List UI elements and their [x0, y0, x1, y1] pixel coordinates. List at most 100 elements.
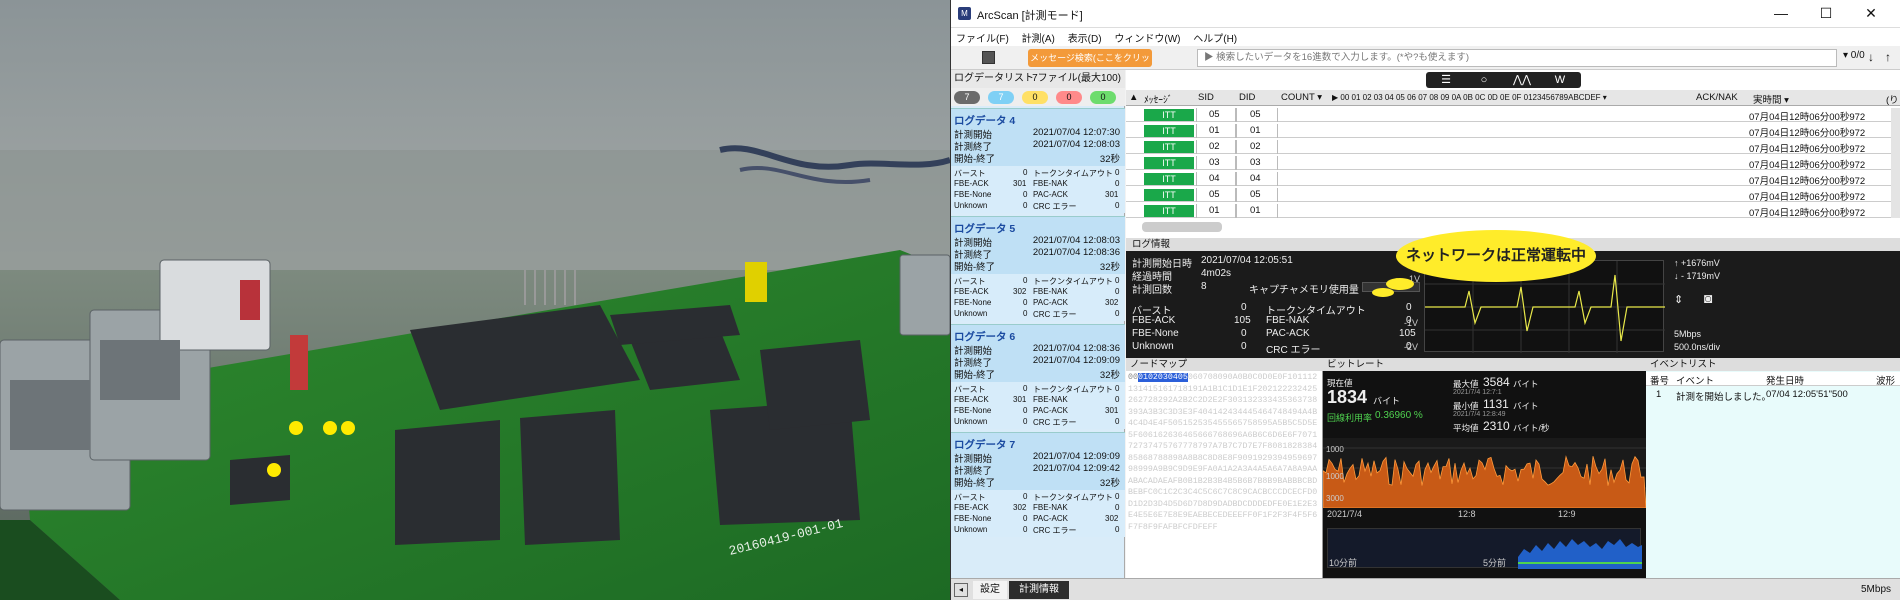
vertical-scrollbar[interactable]	[1891, 108, 1900, 218]
fbe-ack-label: FBE-ACK	[954, 179, 989, 188]
node-map-grid[interactable]: 000102030405060708090A0B0C0D0E0F10111213…	[1128, 372, 1320, 576]
menu-window[interactable]: ウィンドウ(W)	[1109, 28, 1185, 47]
stop-button[interactable]	[982, 51, 995, 64]
event-col-number[interactable]: 番号	[1650, 373, 1669, 387]
message-type-badge: ITT	[1144, 125, 1194, 137]
pac-ack-value: 301	[1105, 190, 1119, 199]
tab-settings[interactable]: 設定	[973, 581, 1007, 599]
toolbar: メッセージ検索(ここをクリックしてください) ▶ 検索したいデータを16進数で入…	[951, 46, 1900, 81]
log-duration-label: 開始-終了	[954, 262, 996, 273]
log-data-item[interactable]: ログデータ 5 計測開始 2021/07/04 12:08:03 計測終了 2021…	[951, 216, 1125, 321]
burst-label: バースト	[954, 385, 986, 394]
fbe-nak-value: 0	[1115, 179, 1120, 188]
did-value: 04	[1250, 173, 1261, 184]
node-map-panel: ノードマップ 000102030405060708090A0B0C0D0E0F1…	[1126, 358, 1323, 578]
menu-file[interactable]: ファイル(F)	[951, 28, 1014, 47]
fbe-ack-value: 301	[1013, 179, 1027, 188]
pac-ack-value: 302	[1105, 298, 1119, 307]
col-more[interactable]: (り	[1886, 92, 1899, 106]
badge-blue[interactable]: 7	[988, 91, 1014, 104]
network-status-callout: ネットワークは正常運転中	[1396, 230, 1596, 282]
event-col-wave[interactable]: 波形	[1876, 373, 1895, 387]
col-count[interactable]: COUNT ▾	[1281, 92, 1322, 103]
log-data-item[interactable]: ログデータ 7 計測開始 2021/07/04 12:09:09 計測終了 2021…	[951, 432, 1125, 537]
table-row[interactable]: ITT 04 04 07月04日12時06分00秒972	[1126, 172, 1900, 187]
max-unit: バイト	[1513, 379, 1539, 389]
event-col-time[interactable]: 発生日時	[1766, 373, 1804, 387]
close-button[interactable]: ✕	[1851, 2, 1891, 24]
unknown-label: Unknown	[954, 201, 988, 210]
sort-icon[interactable]: ▲	[1129, 92, 1138, 103]
did-value: 01	[1250, 125, 1261, 136]
max-value: 3584	[1483, 375, 1510, 389]
list-view-icon[interactable]: ☰	[1428, 72, 1464, 88]
log-stats: バースト 0 トークンタイムアウト 0 FBE-ACK 302 FBE-NAK 0 FB…	[951, 490, 1125, 537]
adjust-icon[interactable]: ⇕	[1674, 293, 1683, 306]
table-row[interactable]: ITT 05 05 07月04日12時06分00秒972	[1126, 108, 1900, 123]
arrow-up-icon[interactable]: ↑	[1885, 50, 1891, 64]
node-cell-grid[interactable]: 060708090A0B0C0D0E0F10111213141516171819…	[1128, 373, 1317, 532]
circle-view-icon[interactable]: ○	[1466, 72, 1502, 88]
event-col-event[interactable]: イベント	[1676, 373, 1714, 387]
menu-measure[interactable]: 計測(A)	[1017, 28, 1060, 47]
fbe-ack-label: FBE-ACK	[954, 503, 989, 512]
col-sid[interactable]: SID	[1198, 92, 1214, 103]
w-view-icon[interactable]: W	[1542, 72, 1578, 88]
table-row[interactable]: ITT 01 01 07月04日12時06分00秒972	[1126, 124, 1900, 139]
tab-measurement-info[interactable]: 計測情報	[1009, 581, 1069, 599]
event-number: 1	[1656, 389, 1662, 400]
col-did[interactable]: DID	[1239, 92, 1255, 103]
menu-help[interactable]: ヘルプ(H)	[1188, 28, 1242, 47]
badge-yellow[interactable]: 0	[1022, 91, 1048, 104]
avg-value: 2310	[1483, 419, 1510, 433]
node-cell-selected[interactable]: 01	[1137, 373, 1148, 382]
message-type-badge: ITT	[1144, 173, 1194, 185]
col-message[interactable]: ﾒｯｾｰｼﾞ	[1144, 92, 1173, 106]
badge-red[interactable]: 0	[1056, 91, 1082, 104]
col-data[interactable]: ▶ 00 01 02 03 04 05 06 07 08 09 0A 0B 0C…	[1332, 93, 1607, 102]
maximize-button[interactable]: ☐	[1806, 2, 1846, 24]
minimize-button[interactable]: —	[1761, 2, 1801, 24]
log-duration-row: 開始-終了 32秒	[954, 259, 1120, 273]
node-cell-selected[interactable]: 04	[1167, 373, 1178, 382]
table-row[interactable]: ITT 01 01 07月04日12時06分00秒972	[1126, 204, 1900, 219]
timeout-value: 0	[1115, 276, 1120, 285]
col-realtime[interactable]: 実時間 ▾	[1753, 92, 1789, 106]
burst-value: 0	[1023, 276, 1028, 285]
badge-green[interactable]: 0	[1090, 91, 1116, 104]
fbe-nak-label: FBE-NAK	[1266, 315, 1310, 326]
timeout-value: 0	[1115, 384, 1120, 393]
col-acknak[interactable]: ACK/NAK	[1696, 92, 1738, 103]
node-cell-selected[interactable]: 03	[1157, 373, 1168, 382]
panel-toggle-icon[interactable]: ◂	[954, 583, 968, 597]
camera-icon[interactable]: ◙	[1704, 290, 1712, 306]
arrow-down-icon[interactable]: ↓	[1868, 50, 1874, 64]
message-search-button[interactable]: メッセージ検索(ここをクリックしてください)	[1028, 49, 1152, 81]
burst-label: バースト	[954, 277, 986, 286]
search-input[interactable]: ▶ 検索したいデータを16進数で入力します。(*や?も使えます)	[1197, 49, 1837, 67]
log-data-item[interactable]: ログデータ 4 計測開始 2021/07/04 12:07:30 計測終了 2021…	[951, 108, 1125, 213]
bitrate-x-129: 12:9	[1558, 509, 1576, 519]
event-row[interactable]: 1 計測を開始しました。 07/04 12:05'51"500	[1646, 388, 1900, 403]
table-row[interactable]: ITT 05 05 07月04日12時06分00秒972	[1126, 188, 1900, 203]
menu-view[interactable]: 表示(D)	[1063, 28, 1107, 47]
pac-ack-value: 302	[1105, 514, 1119, 523]
fbe-nak-value: 0	[1115, 503, 1120, 512]
badge-total[interactable]: 7	[954, 91, 980, 104]
log-data-item[interactable]: ログデータ 6 計測開始 2021/07/04 12:08:36 計測終了 2021…	[951, 324, 1125, 429]
log-end-row: 計測終了 2021/07/04 12:09:42	[954, 463, 1120, 477]
crc-label: CRC エラー	[1033, 418, 1077, 427]
pac-ack-value: 301	[1105, 406, 1119, 415]
table-row[interactable]: ITT 03 03 07月04日12時06分00秒972	[1126, 156, 1900, 171]
node-cell[interactable]: 00	[1128, 373, 1138, 382]
crc-value: 0	[1115, 417, 1120, 426]
horizontal-scrollbar[interactable]	[1142, 222, 1222, 232]
node-cell-selected[interactable]: 05	[1177, 373, 1188, 382]
timeout-value: 0	[1406, 302, 1412, 313]
wave-view-icon[interactable]: ⋀⋀	[1504, 72, 1540, 88]
max-time: 2021/7/4 12:7:1	[1453, 389, 1502, 396]
unknown-value: 0	[1023, 201, 1028, 210]
node-cell-selected[interactable]: 02	[1147, 373, 1158, 382]
crc-value: 0	[1115, 201, 1120, 210]
table-row[interactable]: ITT 02 02 07月04日12時06分00秒972	[1126, 140, 1900, 155]
